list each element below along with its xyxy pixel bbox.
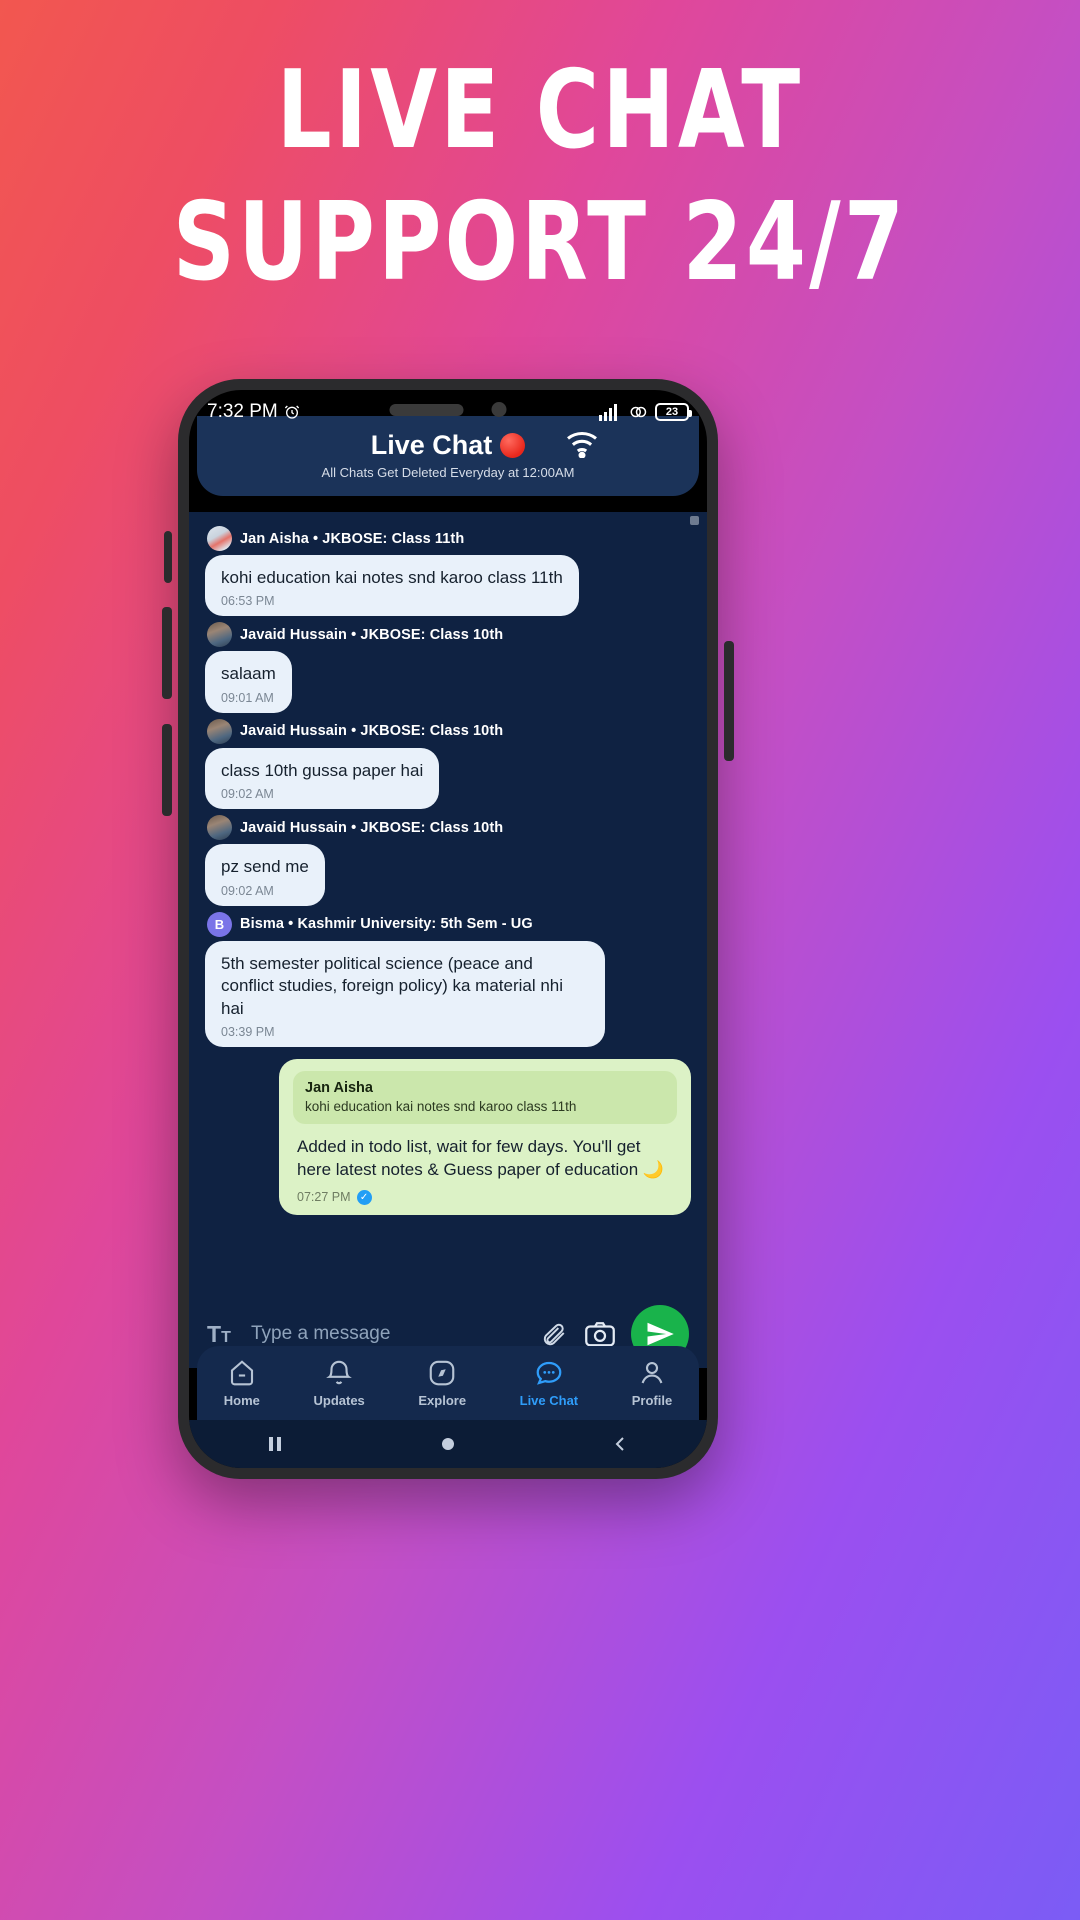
battery-level: 23 (665, 406, 679, 418)
nav-item-home[interactable]: Home (224, 1358, 260, 1408)
phone-button-volume-down (162, 724, 172, 816)
nav-item-live-chat[interactable]: Live Chat (519, 1358, 579, 1408)
quoted-sender: Jan Aisha (305, 1080, 373, 1097)
incoming-bubble[interactable]: pz send me 09:02 AM (205, 844, 325, 906)
camera-icon[interactable] (577, 1321, 623, 1347)
message-row: Jan Aisha • JKBOSE: Class 11th kohi educa… (205, 526, 691, 617)
home-circle-icon[interactable] (439, 1435, 457, 1453)
sender-name: Bisma • Kashmir University: 5th Sem - UG (240, 916, 533, 933)
back-icon[interactable] (612, 1435, 630, 1453)
phone-screen: 7:32 PM 23 Live Chat All Chats Get Delet… (189, 390, 707, 1468)
outgoing-message-row: Jan Aisha kohi education kai notes snd k… (205, 1059, 691, 1215)
recents-icon[interactable] (266, 1435, 284, 1453)
chat-subtitle: All Chats Get Deleted Everyday at 12:00A… (321, 465, 575, 480)
message-text: 5th semester political science (peace an… (221, 953, 564, 1018)
status-time: 7:32 PM (207, 401, 278, 422)
blue-check-icon (356, 1189, 372, 1205)
message-sender-row: Javaid Hussain • JKBOSE: Class 10th (207, 815, 691, 841)
dynamic-island (389, 402, 507, 417)
scrollbar-thumb[interactable] (690, 516, 699, 525)
message-text: kohi education kai notes snd karoo class… (221, 568, 563, 587)
phone-mockup: 7:32 PM 23 Live Chat All Chats Get Delet… (162, 379, 734, 1479)
message-input[interactable]: Type a message (251, 1323, 531, 1345)
chat-icon (536, 1361, 562, 1385)
status-bar-right: 23 (599, 403, 692, 421)
message-timestamp: 09:02 AM (221, 883, 274, 898)
outgoing-bubble[interactable]: Jan Aisha kohi education kai notes snd k… (279, 1059, 691, 1215)
promo-line-1: Live Chat (276, 48, 804, 173)
status-bar-left: 7:32 PM (207, 401, 300, 423)
sender-name: Javaid Hussain • JKBOSE: Class 10th (240, 819, 504, 836)
message-sender-row: Jan Aisha • JKBOSE: Class 11th (207, 526, 691, 551)
cellular-signal-icon (599, 404, 617, 421)
nav-item-updates[interactable]: Updates (313, 1358, 365, 1408)
phone-button-silent (164, 531, 172, 583)
chat-title-row: Live Chat (197, 430, 699, 461)
nav-label-updates: Updates (313, 1393, 365, 1408)
message-timestamp: 06:53 PM (221, 594, 275, 609)
phone-button-power (724, 641, 734, 761)
message-text: salaam (221, 664, 276, 684)
phone-button-volume-up (162, 607, 172, 699)
sender-name: Javaid Hussain • JKBOSE: Class 10th (240, 626, 504, 643)
wifi-icon (567, 431, 597, 458)
outgoing-time-row: 07:27 PM (293, 1189, 677, 1205)
alarm-clock-icon (284, 405, 299, 419)
sender-name: Javaid Hussain • JKBOSE: Class 10th (240, 723, 504, 740)
incoming-bubble[interactable]: kohi education kai notes snd karoo class… (205, 555, 579, 617)
message-sender-row: Javaid Hussain • JKBOSE: Class 10th (207, 622, 691, 648)
nav-label-live-chat: Live Chat (519, 1393, 579, 1408)
message-row: Javaid Hussain • JKBOSE: Class 10th class… (205, 718, 691, 810)
promo-headline: Live Chat Support 24/7 (0, 48, 1080, 305)
nav-item-profile[interactable]: Profile (632, 1358, 672, 1408)
page-title: Live Chat (370, 430, 493, 460)
person-icon (641, 1361, 663, 1384)
message-sender-row: Javaid Hussain • JKBOSE: Class 10th (207, 718, 691, 744)
avatar[interactable] (207, 815, 232, 841)
avatar[interactable]: B (207, 911, 232, 937)
message-text: pz send me (221, 857, 309, 877)
message-row: Javaid Hussain • JKBOSE: Class 10th pz se… (205, 815, 691, 906)
message-row: Javaid Hussain • JKBOSE: Class 10th salaa… (205, 622, 691, 713)
nav-label-explore: Explore (418, 1393, 467, 1408)
speaker-slot (389, 403, 464, 416)
message-row: B Bisma • Kashmir University: 5th Sem - U… (205, 911, 691, 1048)
android-navigation-bar (189, 1420, 707, 1468)
incoming-bubble[interactable]: 5th semester political science (peace an… (205, 940, 605, 1048)
send-icon (647, 1322, 674, 1346)
promo-line-2: Support 24/7 (172, 179, 908, 305)
chat-message-list[interactable]: Jan Aisha • JKBOSE: Class 11th kohi educa… (189, 512, 707, 1300)
text-format-icon[interactable]: TT (207, 1321, 251, 1348)
outgoing-text: Added in todo list, wait for few days. Y… (297, 1137, 665, 1179)
message-timestamp: 03:39 PM (221, 1025, 275, 1040)
message-text: class 10th gussa paper hai (221, 760, 424, 780)
outgoing-timestamp: 07:27 PM (297, 1190, 351, 1205)
red-circle-icon (500, 433, 526, 458)
incoming-bubble[interactable]: class 10th gussa paper hai 09:02 AM (205, 747, 440, 810)
message-timestamp: 09:01 AM (221, 690, 274, 705)
incoming-bubble[interactable]: salaam 09:01 AM (205, 651, 292, 713)
message-timestamp: 09:02 AM (221, 787, 274, 802)
avatar[interactable] (207, 526, 232, 551)
dual-sim-icon (630, 406, 647, 418)
message-sender-row: B Bisma • Kashmir University: 5th Sem - U… (207, 911, 691, 937)
sender-name: Jan Aisha • JKBOSE: Class 11th (240, 530, 465, 547)
nav-label-profile: Profile (631, 1393, 673, 1408)
quoted-text: kohi education kai notes snd karoo class… (305, 1099, 577, 1115)
home-icon (230, 1360, 253, 1386)
compass-icon (429, 1360, 455, 1386)
bottom-navigation: Home Updates Explore Live Chat Profile (197, 1346, 699, 1420)
avatar[interactable] (207, 718, 232, 744)
avatar[interactable] (207, 622, 232, 648)
nav-label-home: Home (223, 1393, 260, 1408)
battery-indicator: 23 (655, 403, 692, 421)
front-camera-icon (491, 402, 507, 417)
paperclip-icon[interactable] (531, 1321, 577, 1347)
quoted-message[interactable]: Jan Aisha kohi education kai notes snd k… (293, 1071, 677, 1125)
bell-icon (326, 1360, 353, 1385)
nav-item-explore[interactable]: Explore (418, 1358, 466, 1408)
